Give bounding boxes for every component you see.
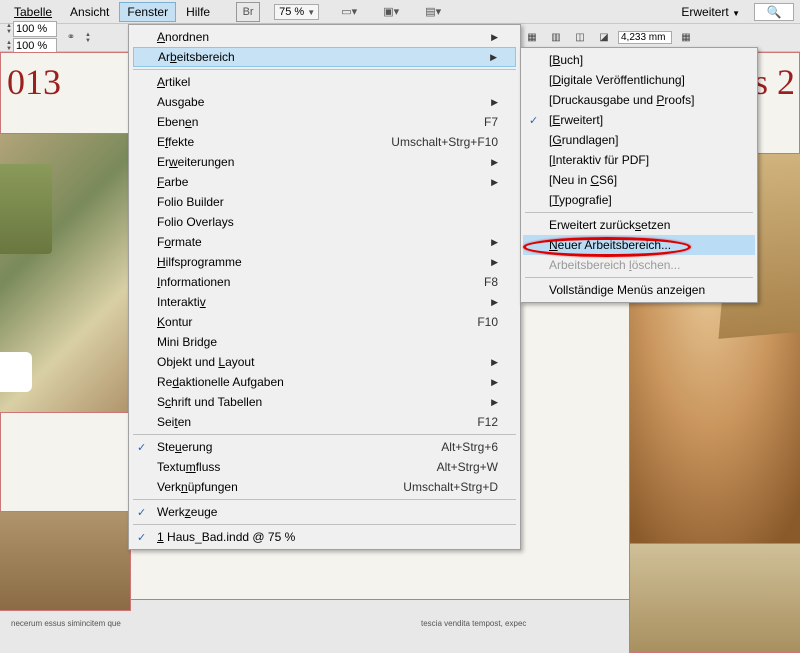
menu-separator	[525, 277, 753, 278]
menu-item-effekte[interactable]: EffekteUmschalt+Strg+F10	[131, 132, 518, 152]
wrap-icon[interactable]: ◪	[594, 29, 614, 45]
scale-x-field[interactable]: 100 %	[13, 21, 57, 37]
submenu-arrow-icon: ▶	[491, 177, 498, 188]
workspace-typografie[interactable]: [Typografie]	[523, 190, 755, 210]
menu-item-farbe[interactable]: Farbe▶	[131, 172, 518, 192]
menu-item-steuerung[interactable]: ✓SteuerungAlt+Strg+6	[131, 437, 518, 457]
zoom-select[interactable]: 75 %	[274, 4, 319, 20]
menu-item-seiten[interactable]: SeitenF12	[131, 412, 518, 432]
measure-field[interactable]: 4,233 mm	[618, 31, 672, 44]
workspace-new[interactable]: Neuer Arbeitsbereich...	[523, 235, 755, 255]
menu-item-verknuepfungen[interactable]: VerknüpfungenUmschalt+Strg+D	[131, 477, 518, 497]
check-icon: ✓	[137, 441, 146, 454]
menu-item-redaktionelle[interactable]: Redaktionelle Aufgaben▶	[131, 372, 518, 392]
menu-item-kontur[interactable]: KonturF10	[131, 312, 518, 332]
submenu-arrow-icon: ▶	[491, 357, 498, 368]
arrange-icon[interactable]: ▣▾	[379, 2, 403, 22]
workspace-switcher[interactable]: Erweitert ▼	[673, 2, 748, 22]
image-frame[interactable]	[0, 133, 131, 413]
menu-hilfe[interactable]: Hilfe	[178, 2, 218, 22]
check-icon: ✓	[137, 531, 146, 544]
menu-tabelle[interactable]: Tabelle	[6, 2, 60, 22]
menu-item-ebenen[interactable]: EbenenF7	[131, 112, 518, 132]
menu-item-folio-overlays[interactable]: Folio Overlays	[131, 212, 518, 232]
menu-item-ausgabe[interactable]: Ausgabe▶	[131, 92, 518, 112]
menu-separator	[133, 499, 516, 500]
align-icon[interactable]: ▥	[546, 29, 566, 45]
search-input[interactable]: 🔍	[754, 3, 794, 21]
bridge-icon[interactable]: Br	[236, 2, 260, 22]
screen-mode-icon[interactable]: ▭▾	[337, 2, 361, 22]
wrap-icon[interactable]: ◫	[570, 29, 590, 45]
menu-item-textumfluss[interactable]: TextumflussAlt+Strg+W	[131, 457, 518, 477]
workspace-erweitert[interactable]: ✓[Erweitert]	[523, 110, 755, 130]
menu-separator	[133, 524, 516, 525]
submenu-arrow-icon: ▶	[491, 297, 498, 308]
workspace-delete: Arbeitsbereich löschen...	[523, 255, 755, 275]
align-icon[interactable]: ▦	[522, 29, 542, 45]
workspace-full-menus[interactable]: Vollständige Menüs anzeigen	[523, 280, 755, 300]
image-frame[interactable]	[629, 543, 800, 653]
menu-item-artikel[interactable]: Artikel	[131, 72, 518, 92]
menu-item-anordnen[interactable]: AAnordnennordnen▶	[131, 27, 518, 47]
menu-fenster[interactable]: Fenster	[119, 2, 176, 22]
menu-item-erweiterungen[interactable]: Erweiterungen▶	[131, 152, 518, 172]
workspace-reset[interactable]: Erweitert zurücksetzen	[523, 215, 755, 235]
stepper-icon[interactable]: ▲▼	[85, 32, 91, 44]
submenu-arrow-icon: ▶	[491, 32, 498, 43]
image-frame[interactable]	[0, 511, 131, 611]
workspace-neu-cs6[interactable]: [Neu in CS6]	[523, 170, 755, 190]
control-bar-right: ▦ ▥ ◫ ◪ 4,233 mm ▦	[518, 26, 798, 48]
menu-item-formate[interactable]: Formate▶	[131, 232, 518, 252]
workspace-grundlagen[interactable]: [Grundlagen]	[523, 130, 755, 150]
submenu-arrow-icon: ▶	[491, 237, 498, 248]
menu-item-arbeitsbereich[interactable]: Arbeitsbereich▶	[133, 47, 516, 67]
submenu-arrow-icon: ▶	[491, 257, 498, 268]
menu-item-interaktiv[interactable]: Interaktiv▶	[131, 292, 518, 312]
menu-separator	[525, 212, 753, 213]
menu-item-schrift-tabellen[interactable]: Schrift und Tabellen▶	[131, 392, 518, 412]
menu-separator	[133, 434, 516, 435]
workspace-buch[interactable]: [Buch]	[523, 50, 755, 70]
view-options-icon[interactable]: ▤▾	[421, 2, 445, 22]
main-menu-bar: Tabelle Ansicht Fenster Hilfe Br 75 % ▭▾…	[0, 0, 800, 24]
check-icon: ✓	[137, 506, 146, 519]
body-text: tescia vendita tempost, expec	[421, 619, 526, 628]
grid-icon[interactable]: ▦	[676, 29, 696, 45]
menu-fenster-dropdown: AAnordnennordnen▶ Arbeitsbereich▶ Artike…	[128, 24, 521, 550]
menu-item-mini-bridge[interactable]: Mini Bridge	[131, 332, 518, 352]
submenu-arrow-icon: ▶	[491, 377, 498, 388]
menu-separator	[133, 69, 516, 70]
title-text: s 2	[754, 61, 795, 103]
menu-item-document-1[interactable]: ✓1 Haus_Bad.indd @ 75 %	[131, 527, 518, 547]
menu-item-informationen[interactable]: InformationenF8	[131, 272, 518, 292]
submenu-arrow-icon: ▶	[491, 157, 498, 168]
workspace-digitale[interactable]: [Digitale Veröffentlichung]	[523, 70, 755, 90]
menu-item-werkzeuge[interactable]: ✓Werkzeuge	[131, 502, 518, 522]
body-text: necerum essus simincitem que	[1, 619, 131, 628]
search-icon: 🔍	[767, 5, 782, 19]
stepper-icon[interactable]: ▲▼	[6, 40, 12, 52]
menu-item-objekt-layout[interactable]: Objekt und Layout▶	[131, 352, 518, 372]
menu-ansicht[interactable]: Ansicht	[62, 2, 117, 22]
submenu-arrow-icon: ▶	[491, 397, 498, 408]
submenu-arrow-icon: ▶	[490, 52, 497, 63]
title-text: 013	[7, 61, 61, 103]
link-icon[interactable]: ⚭	[63, 24, 79, 52]
stepper-icon[interactable]: ▲▼	[6, 23, 12, 35]
menu-item-hilfsprogramme[interactable]: Hilfsprogramme▶	[131, 252, 518, 272]
workspace-interaktiv-pdf[interactable]: [Interaktiv für PDF]	[523, 150, 755, 170]
menu-item-folio-builder[interactable]: Folio Builder	[131, 192, 518, 212]
submenu-arbeitsbereich: [Buch] [Digitale Veröffentlichung] [Druc…	[520, 47, 758, 303]
check-icon: ✓	[529, 114, 538, 127]
submenu-arrow-icon: ▶	[491, 97, 498, 108]
workspace-druck[interactable]: [Druckausgabe und Proofs]	[523, 90, 755, 110]
